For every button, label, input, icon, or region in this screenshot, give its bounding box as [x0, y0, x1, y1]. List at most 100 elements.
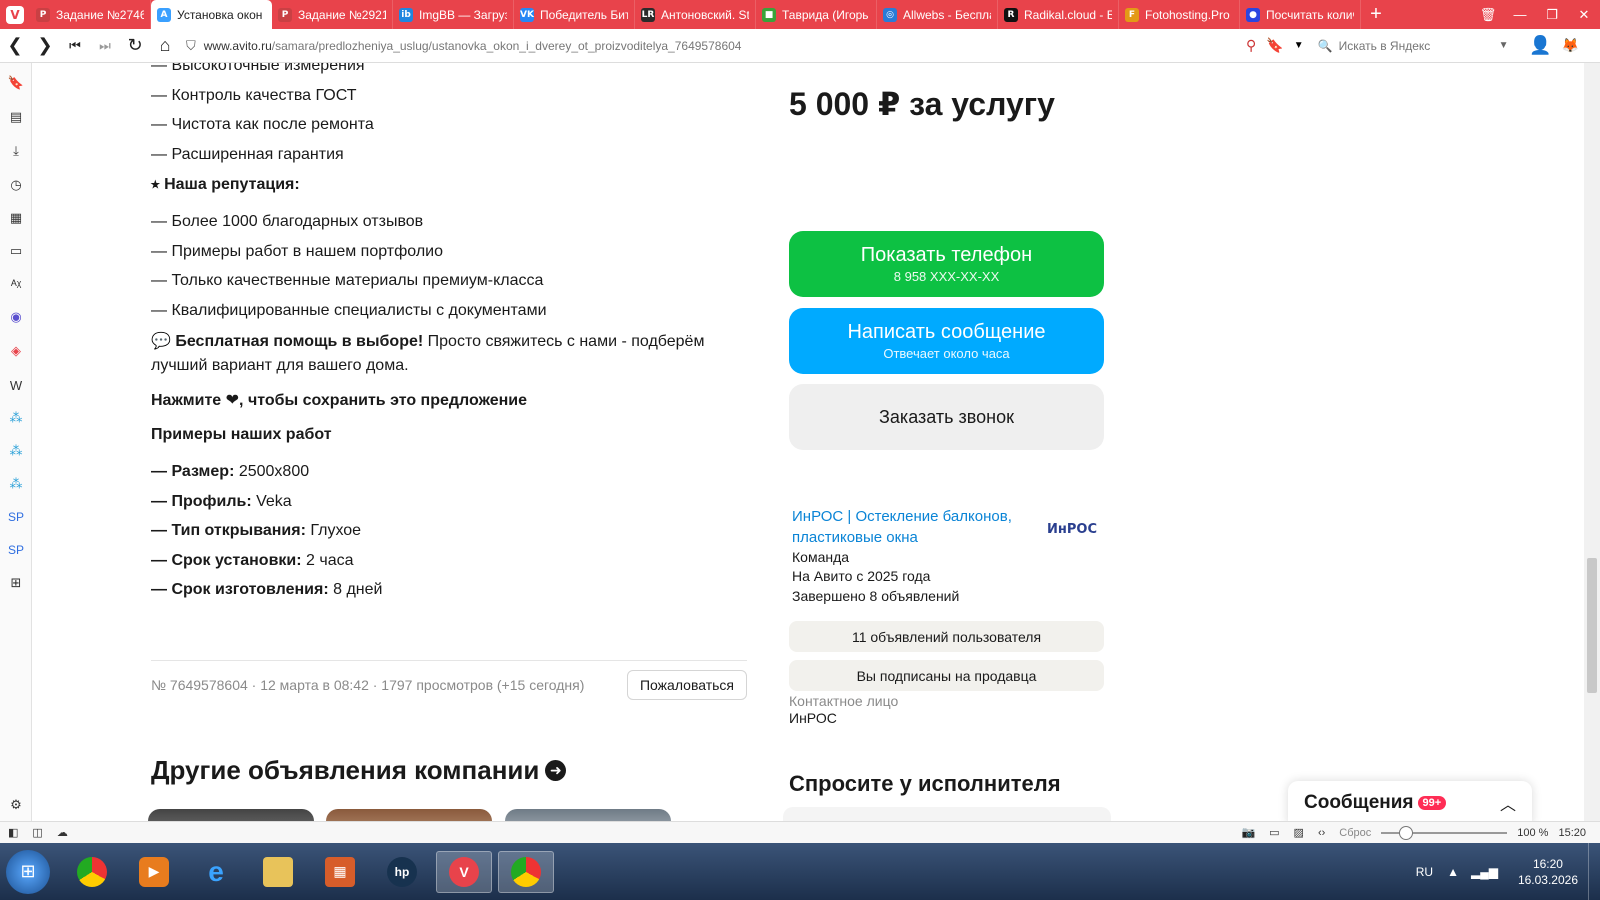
translate-icon[interactable]: ᴬᵡ — [6, 274, 26, 294]
network-icon[interactable]: ▂▄▆ — [1471, 865, 1498, 879]
forward-button[interactable]: ❯ — [30, 31, 60, 61]
tray-expand-icon[interactable]: ▲ — [1447, 865, 1459, 879]
browser-tab[interactable]: P Задание №27460 — [30, 0, 151, 29]
arrow-right-icon[interactable]: ➜ — [545, 760, 567, 781]
show-desktop-button[interactable] — [1588, 843, 1600, 900]
spec-value: 2 часа — [301, 551, 354, 569]
close-button[interactable]: ✕ — [1568, 0, 1600, 29]
search-input[interactable] — [1338, 38, 1499, 53]
complain-button[interactable]: Пожаловаться — [627, 670, 747, 700]
reading-list-icon[interactable]: ▤ — [6, 107, 26, 127]
browser-tab[interactable]: ib ImgBB — Загруз — [393, 0, 514, 29]
zoom-slider[interactable] — [1381, 825, 1508, 840]
seller-logo[interactable]: ИнРОС — [1047, 515, 1097, 543]
browser-tab[interactable]: ■ Таврида (Игорь — [756, 0, 877, 29]
notes-icon[interactable]: ▦ — [6, 208, 26, 228]
save-hint: Нажмите ❤, чтобы сохранить это предложен… — [151, 392, 527, 409]
maximize-button[interactable]: ❐ — [1536, 0, 1568, 29]
tray-clock[interactable]: 16:20 16.03.2026 — [1518, 856, 1578, 888]
browser-tab[interactable]: ● Посчитать колич — [1240, 0, 1361, 29]
tab-label: Установка окон — [177, 7, 263, 22]
capture-icon[interactable]: 📷 — [1241, 826, 1255, 839]
wikipedia-icon[interactable]: W — [6, 375, 26, 395]
browser-tab-bar: V P Задание №27460 A Установка окон P Задание… — [0, 0, 1600, 29]
add-web-panel-icon[interactable]: ⊞ — [6, 573, 26, 593]
home-button[interactable]: ⌂ — [150, 31, 180, 61]
profile-avatar[interactable]: 👤 — [1526, 31, 1556, 61]
fast-forward-button[interactable]: ⏭ — [90, 31, 120, 61]
tab-label: ImgBB — Загруз — [419, 7, 507, 22]
panel-toggle-icon[interactable]: ◧ — [8, 826, 18, 839]
address-field[interactable]: ⛉ www.avito.ru /samara/predlozheniya_usl… — [186, 33, 1246, 59]
sp-panel-icon[interactable]: SP — [6, 540, 26, 560]
subscribed-button[interactable]: Вы подписаны на продавца — [789, 660, 1104, 691]
zoom-slider-knob[interactable] — [1399, 825, 1414, 840]
browser-tab[interactable]: ◎ Allwebs - Беспла — [877, 0, 998, 29]
chevron-up-icon[interactable]: ︿ — [1500, 791, 1516, 815]
image-toggle-icon[interactable]: ▨ — [1294, 826, 1304, 839]
extension-icon[interactable]: ⚲ — [1246, 37, 1256, 54]
web-panel-icon[interactable]: ⁂ — [6, 408, 26, 428]
history-icon[interactable]: ◷ — [6, 175, 26, 195]
search-box[interactable]: 🔍 ▼ — [1318, 33, 1518, 59]
browser-tab[interactable]: LR Антоновский. St — [635, 0, 756, 29]
tab-favicon-icon: ◎ — [883, 7, 897, 22]
messages-widget[interactable]: Сообщения 99+ ︿ — [1288, 781, 1532, 825]
zoom-level: 100 % — [1517, 826, 1549, 839]
web-panel-icon[interactable]: ⁂ — [6, 441, 26, 461]
extension-fox-icon[interactable]: 🦊 — [1556, 31, 1586, 61]
trash-icon[interactable]: 🗑 — [1472, 0, 1504, 29]
taskbar-ie[interactable]: e — [188, 851, 244, 893]
web-panel-icon[interactable]: ⁂ — [6, 474, 26, 494]
seller-type: Команда — [792, 549, 850, 565]
window-panel-icon[interactable]: ▭ — [6, 241, 26, 261]
taskbar-explorer[interactable] — [250, 851, 306, 893]
page-scrollbar[interactable] — [1584, 63, 1600, 839]
bookmarks-panel-icon[interactable]: 🔖 — [6, 73, 26, 93]
tab-favicon-icon: LR — [641, 7, 655, 22]
taskbar-paint[interactable]: ▦ — [312, 851, 368, 893]
back-button[interactable]: ❮ — [0, 31, 30, 61]
request-call-button[interactable]: Заказать звонок — [789, 384, 1104, 450]
minimize-button[interactable]: — — [1504, 0, 1536, 29]
rewind-button[interactable]: ⏮ — [60, 31, 90, 61]
seller-name-link[interactable]: ИнРОС | Остекление балконов, пластиковые… — [792, 506, 1032, 548]
vivaldi-menu-button[interactable]: V — [0, 0, 30, 29]
taskbar-chrome[interactable] — [64, 851, 120, 893]
browser-tab[interactable]: A Установка окон — [151, 0, 272, 29]
user-ads-button[interactable]: 11 объявлений пользователя — [789, 621, 1104, 652]
tab-label: Fotohosting.Pro — [1145, 7, 1230, 22]
vivaldi-panel-icon[interactable]: ◈ — [6, 341, 26, 361]
window-icon[interactable]: ▭ — [1269, 826, 1279, 839]
zoom-reset-label[interactable]: Сброс — [1339, 827, 1371, 839]
taskbar-hp[interactable]: hp — [374, 851, 430, 893]
taskbar-chrome-2[interactable] — [498, 850, 554, 893]
shield-icon[interactable]: ⛉ — [186, 38, 196, 54]
mastodon-icon[interactable]: ◉ — [6, 307, 26, 327]
reload-button[interactable]: ↻ — [120, 31, 150, 61]
show-phone-button[interactable]: Показать телефон 8 958 XXX-XX-XX — [789, 231, 1104, 297]
search-engine-dropdown-icon[interactable]: ▼ — [1499, 40, 1509, 51]
language-indicator[interactable]: RU — [1416, 865, 1433, 879]
tab-label: Таврида (Игорь — [782, 7, 869, 22]
browser-tab[interactable]: VK Победитель Битв — [514, 0, 635, 29]
write-message-button[interactable]: Написать сообщение Отвечает около часа — [789, 308, 1104, 374]
taskbar-media-player[interactable]: ▶ — [126, 851, 182, 893]
tiling-icon[interactable]: ◫ — [32, 826, 42, 839]
start-button[interactable]: ⊞ — [6, 849, 50, 894]
downloads-icon[interactable]: ⤓ — [6, 141, 26, 161]
taskbar-vivaldi[interactable]: V — [436, 850, 492, 893]
scrollbar-thumb[interactable] — [1587, 558, 1597, 693]
new-tab-button[interactable]: + — [1361, 0, 1391, 29]
browser-tab[interactable]: P Задание №29212 — [272, 0, 393, 29]
settings-gear-icon[interactable]: ⚙ — [6, 795, 26, 815]
browser-tab[interactable]: R Radikal.cloud - Б — [998, 0, 1119, 29]
browser-tab[interactable]: F Fotohosting.Pro — [1119, 0, 1240, 29]
bookmark-icon[interactable]: 🔖 — [1266, 37, 1283, 54]
sp-panel-icon[interactable]: SP — [6, 507, 26, 527]
sync-cloud-icon[interactable]: ☁ — [57, 826, 68, 839]
paint-icon: ▦ — [325, 856, 355, 887]
other-ads-title[interactable]: Другие объявления компании ➜ — [151, 755, 567, 786]
page-actions-icon[interactable]: ‹› — [1318, 827, 1325, 839]
dropdown-icon[interactable]: ▼ — [1294, 40, 1304, 51]
